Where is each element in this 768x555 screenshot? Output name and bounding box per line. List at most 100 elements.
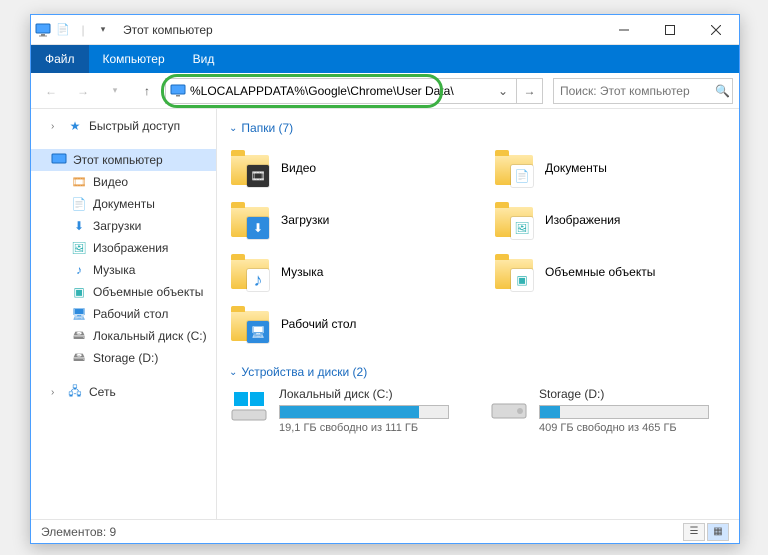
drive-local-c[interactable]: Локальный диск (C:) 19,1 ГБ свободно из … [229,387,449,434]
status-text: Элементов: 9 [41,525,116,539]
folder-downloads[interactable]: ⬇ Загрузки [229,195,463,245]
sidebar-item-this-pc[interactable]: Этот компьютер [31,149,216,171]
drive-icon: 🖴 [71,328,87,344]
sidebar-item-music[interactable]: ♪Музыка [31,259,216,281]
drive-stats: 409 ГБ свободно из 465 ГБ [539,422,709,434]
sidebar-item-label: Этот компьютер [73,153,163,167]
this-pc-icon [35,22,51,38]
music-icon: ♪ [247,269,269,291]
folder-label: Объемные объекты [545,265,655,279]
star-icon: ★ [67,118,83,134]
folder-3d-objects[interactable]: ▣ Объемные объекты [493,247,727,297]
navigation-toolbar: ← → ▾ ↑ ⌄ → 🔍 [31,73,739,109]
sidebar-item-local-disk-c[interactable]: 🖴 Локальный диск (C:) [31,325,216,347]
os-drive-icon [229,387,269,427]
address-icon [170,83,186,99]
chevron-down-icon[interactable]: ⌄ [229,123,237,134]
desktop-icon: 🖥 [247,321,269,343]
recent-locations-button[interactable]: ▾ [101,77,129,105]
quick-access-toolbar: 📄 | ▾ [31,22,115,38]
qat-dropdown-icon[interactable]: ▾ [95,22,111,38]
address-dropdown-icon[interactable]: ⌄ [494,84,512,98]
address-bar[interactable]: ⌄ [165,78,517,104]
sidebar-item-storage-d[interactable]: 🖴 Storage (D:) [31,347,216,369]
status-bar: Элементов: 9 ☰ ▦ [31,519,739,543]
drive-name: Локальный диск (C:) [279,387,449,401]
documents-icon: 📄 [511,165,533,187]
folder-label: Документы [545,161,607,175]
sidebar-item-label: Изображения [93,241,168,255]
sidebar-item-label: Рабочий стол [93,307,168,321]
qat-divider: | [75,22,91,38]
view-details-button[interactable]: ☰ [683,523,705,541]
drive-storage-d[interactable]: Storage (D:) 409 ГБ свободно из 465 ГБ [489,387,709,434]
sidebar-item-label: Storage (D:) [93,351,158,365]
folder-pictures[interactable]: 🖼Изображения [493,195,727,245]
tab-file[interactable]: Файл [31,45,89,73]
up-button[interactable]: ↑ [133,77,161,105]
folder-desktop[interactable]: 🖥 Рабочий стол [229,299,463,349]
search-input[interactable] [560,84,715,98]
view-large-icons-button[interactable]: ▦ [707,523,729,541]
sidebar-item-downloads[interactable]: ⬇ Загрузки [31,215,216,237]
sidebar-item-label: Видео [93,175,128,189]
sidebar-item-network[interactable]: › 🖧 Сеть [31,381,216,403]
drive-name: Storage (D:) [539,387,709,401]
forward-button[interactable]: → [69,77,97,105]
network-icon: 🖧 [67,384,83,400]
titlebar: 📄 | ▾ Этот компьютер [31,15,739,45]
search-box[interactable]: 🔍 [553,78,733,104]
this-pc-icon [51,152,67,168]
properties-icon[interactable]: 📄 [55,22,71,38]
documents-icon: 📄 [71,196,87,212]
folder-documents[interactable]: 📄 Документы [493,143,727,193]
drive-icon: 🖴 [71,350,87,366]
sidebar-item-label: Загрузки [93,219,141,233]
folder-label: Рабочий стол [281,317,356,331]
drive-usage-bar [539,405,709,419]
folder-label: Музыка [281,265,323,279]
cube-icon: ▣ [71,284,87,300]
drive-usage-bar [279,405,449,419]
group-drives-header[interactable]: ⌄ Устройства и диски (2) [229,365,727,379]
folder-videos[interactable]: 🎞Видео [229,143,463,193]
folder-label: Загрузки [281,213,329,227]
sidebar-item-quick-access[interactable]: › ★ Быстрый доступ [31,115,216,137]
sidebar-item-3d-objects[interactable]: ▣ Объемные объекты [31,281,216,303]
chevron-down-icon[interactable]: ⌄ [229,367,237,378]
videos-icon: 🎞 [247,165,269,187]
videos-icon: 🎞 [71,174,87,190]
downloads-icon: ⬇ [247,217,269,239]
chevron-right-icon[interactable]: › [51,387,61,398]
drive-icon [489,387,529,427]
window-title: Этот компьютер [123,23,213,37]
minimize-button[interactable] [601,15,647,45]
tab-view[interactable]: Вид [179,45,229,73]
folder-music[interactable]: ♪ Музыка [229,247,463,297]
cube-icon: ▣ [511,269,533,291]
pictures-icon: 🖼 [71,240,87,256]
desktop-icon: 🖥 [71,306,87,322]
file-explorer-window: 📄 | ▾ Этот компьютер Файл Компьютер Вид … [30,14,740,544]
go-button[interactable]: → [517,78,543,104]
sidebar-item-label: Быстрый доступ [89,119,180,133]
sidebar-item-documents[interactable]: 📄Документы [31,193,216,215]
back-button[interactable]: ← [37,77,65,105]
downloads-icon: ⬇ [71,218,87,234]
sidebar-item-label: Локальный диск (C:) [93,329,207,343]
chevron-right-icon[interactable]: › [51,121,61,132]
search-icon[interactable]: 🔍 [715,84,730,98]
pictures-icon: 🖼 [511,217,533,239]
sidebar-item-label: Объемные объекты [93,285,203,299]
sidebar-item-pictures[interactable]: 🖼 Изображения [31,237,216,259]
close-button[interactable] [693,15,739,45]
navigation-pane: › ★ Быстрый доступ Этот компьютер 🎞 Видео… [31,109,217,519]
group-folders-header[interactable]: ⌄ Папки (7) [229,121,727,135]
sidebar-item-desktop[interactable]: 🖥 Рабочий стол [31,303,216,325]
tab-computer[interactable]: Компьютер [89,45,179,73]
sidebar-item-videos[interactable]: 🎞 Видео [31,171,216,193]
maximize-button[interactable] [647,15,693,45]
address-input[interactable] [186,84,494,98]
sidebar-item-label: Музыка [93,263,135,277]
drive-stats: 19,1 ГБ свободно из 111 ГБ [279,422,449,434]
